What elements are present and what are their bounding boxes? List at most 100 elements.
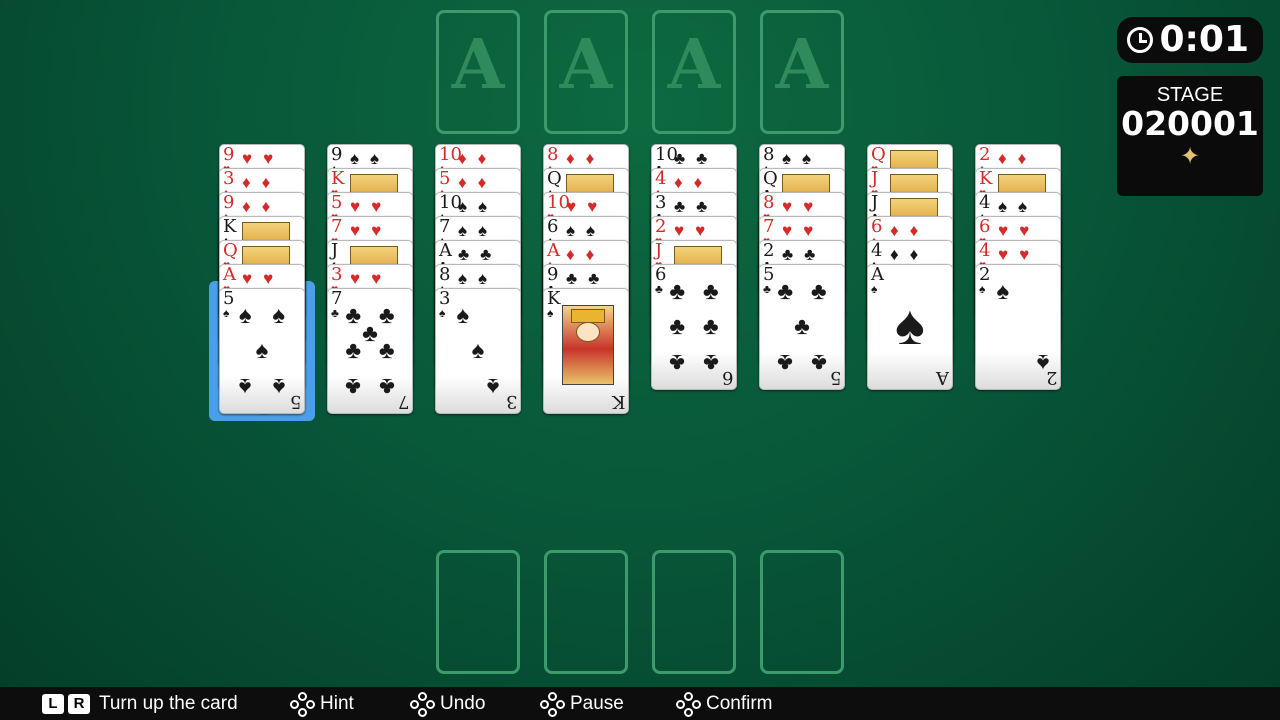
king-portrait-icon: [562, 305, 614, 385]
card-pip-icon: ♥♥: [350, 221, 393, 240]
controls-bar: LR Turn up the card Hint Undo Pause Conf…: [0, 687, 1280, 720]
card-pip-icon: ♦♦: [458, 149, 498, 168]
card-pip-icon: ♣: [702, 313, 719, 340]
card-pip-icon: ♣: [345, 302, 362, 330]
free-cell-2[interactable]: [544, 550, 628, 674]
card-pip-icon: ♣: [810, 348, 827, 376]
free-cell-4[interactable]: [760, 550, 844, 674]
foundation-2[interactable]: A: [544, 10, 628, 134]
card-pip-icon: ♠♠: [458, 197, 499, 216]
card-rank: 6: [721, 367, 733, 388]
foundation-4[interactable]: A: [760, 10, 844, 134]
tableau-top-card[interactable]: K ♠ K: [543, 288, 629, 414]
tableau-top-card[interactable]: 5 ♠ ♠ ♠ ♠ ♠ ♠ 5: [219, 288, 305, 414]
card-pip-icon: ♦♦: [890, 245, 930, 264]
card-pip-icon: ♥♥: [674, 221, 717, 240]
foundation-1[interactable]: A: [436, 10, 520, 134]
card-rank: 3: [505, 391, 517, 412]
card-pip-icon: ♥♥: [566, 197, 609, 216]
card-pip-icon: ♠: [238, 372, 252, 400]
foundation-ace-label: A: [775, 25, 829, 105]
undo-label: Undo: [440, 693, 486, 715]
card-rank: 2: [1045, 367, 1057, 388]
hint-label: Hint: [320, 693, 354, 715]
card-pip-icon: ♦♦: [566, 245, 606, 264]
stage-panel: STAGE 020001 ✦: [1117, 76, 1263, 196]
pause-label: Pause: [570, 693, 624, 715]
card-pip-icon: ♥♥: [782, 197, 825, 216]
card-pip-icon: ♣: [702, 348, 719, 376]
card-pip-icon: ♣: [378, 337, 395, 364]
turn-up-label: Turn up the card: [98, 693, 238, 714]
timer-value: 0:01: [1159, 19, 1249, 60]
timer-panel: 0:01: [1117, 17, 1263, 63]
card-pip-icon: ♠: [471, 337, 485, 364]
card-pip-icon: ♣: [669, 278, 686, 306]
undo-control[interactable]: Undo: [410, 692, 486, 717]
card-pip-icon: ♠♠: [998, 197, 1039, 216]
card-pip-icon: ♦♦: [242, 173, 282, 192]
card-rank: 5: [289, 391, 301, 412]
card-pip-icon: ♠♠: [350, 149, 391, 168]
card-pip-icon: ♣♣: [674, 149, 719, 168]
card-pip-icon: ♣: [345, 372, 362, 400]
foundation-ace-label: A: [451, 25, 505, 105]
tableau-top-card[interactable]: A ♠ ♠ A: [867, 264, 953, 390]
tableau-top-card[interactable]: 7 ♣ ♣ ♣ ♣ ♣ ♣ ♣ ♣ 7: [327, 288, 413, 414]
card-rank: K: [611, 391, 625, 412]
card-pip-icon: ♥♥: [350, 269, 393, 288]
card-pip-icon: ♦♦: [890, 221, 930, 240]
r-button-icon: R: [68, 693, 90, 714]
card-suit-icon: ♠: [871, 282, 878, 296]
card-pip-icon: ♣: [378, 372, 395, 400]
card-pip-icon: ♣♣: [782, 245, 827, 264]
hint-control[interactable]: Hint: [290, 692, 354, 717]
card-pip-icon: ♦♦: [566, 149, 606, 168]
card-pip-icon: ♣: [378, 302, 395, 330]
card-pip-icon: ♥♥: [998, 221, 1041, 240]
card-pip-icon: ♣: [777, 348, 794, 376]
card-pip-icon: ♣: [345, 337, 362, 364]
card-pip-icon: ♣: [702, 278, 719, 306]
buttons-icon: [676, 692, 701, 717]
stage-label: STAGE: [1156, 84, 1224, 106]
foundation-ace-label: A: [559, 25, 613, 105]
card-pip-icon: ♠♠: [458, 269, 499, 288]
card-pip-icon: ♠♠: [782, 149, 823, 168]
tableau-top-card[interactable]: 6 ♣ ♣ ♣ ♣ ♣ ♣ ♣ 6: [651, 264, 737, 390]
buttons-icon: [290, 692, 315, 717]
tableau-top-card[interactable]: 2 ♠ ♠ ♠ 2: [975, 264, 1061, 390]
card-rank: 5: [829, 367, 841, 388]
confirm-control[interactable]: Confirm: [676, 692, 773, 717]
card-pip-icon: ♥♥: [350, 197, 393, 216]
l-button-icon: L: [42, 693, 64, 714]
card-pip-icon: ♠♠: [458, 221, 499, 240]
pause-control[interactable]: Pause: [540, 692, 624, 717]
free-cell-1[interactable]: [436, 550, 520, 674]
foundation-ace-label: A: [667, 25, 721, 105]
card-pip-icon: ♥♥: [242, 149, 285, 168]
tableau-top-card[interactable]: 5 ♣ ♣ ♣ ♣ ♣ ♣ 5: [759, 264, 845, 390]
card-pip-icon: ♥♥: [242, 269, 285, 288]
card-pip-icon: ♣: [669, 313, 686, 340]
card-pip-icon: ♣: [810, 278, 827, 306]
card-pip-icon: ♠: [255, 337, 269, 364]
card-pip-icon: ♦♦: [458, 173, 498, 192]
card-pip-icon: ♠♠: [566, 221, 607, 240]
turn-up-control[interactable]: LR Turn up the card: [42, 692, 238, 716]
card-pip-icon: ♠: [238, 302, 252, 330]
card-pip-icon: ♠: [996, 278, 1010, 306]
card-pip-icon: ♦♦: [242, 197, 282, 216]
card-pip-icon: ♠: [895, 293, 925, 356]
card-pip-icon: ♠: [486, 372, 500, 400]
foundation-3[interactable]: A: [652, 10, 736, 134]
free-cell-3[interactable]: [652, 550, 736, 674]
star-icon: ✦: [1179, 143, 1201, 170]
tableau-top-card[interactable]: 3 ♠ ♠ ♠ ♠ 3: [435, 288, 521, 414]
card-pip-icon: ♣: [669, 348, 686, 376]
card-pip-icon: ♠: [272, 302, 286, 330]
card-pip-icon: ♣♣: [458, 245, 503, 264]
card-pip-icon: ♣♣: [566, 269, 611, 288]
card-pip-icon: ♦♦: [998, 149, 1038, 168]
card-pip-icon: ♠: [456, 302, 470, 330]
